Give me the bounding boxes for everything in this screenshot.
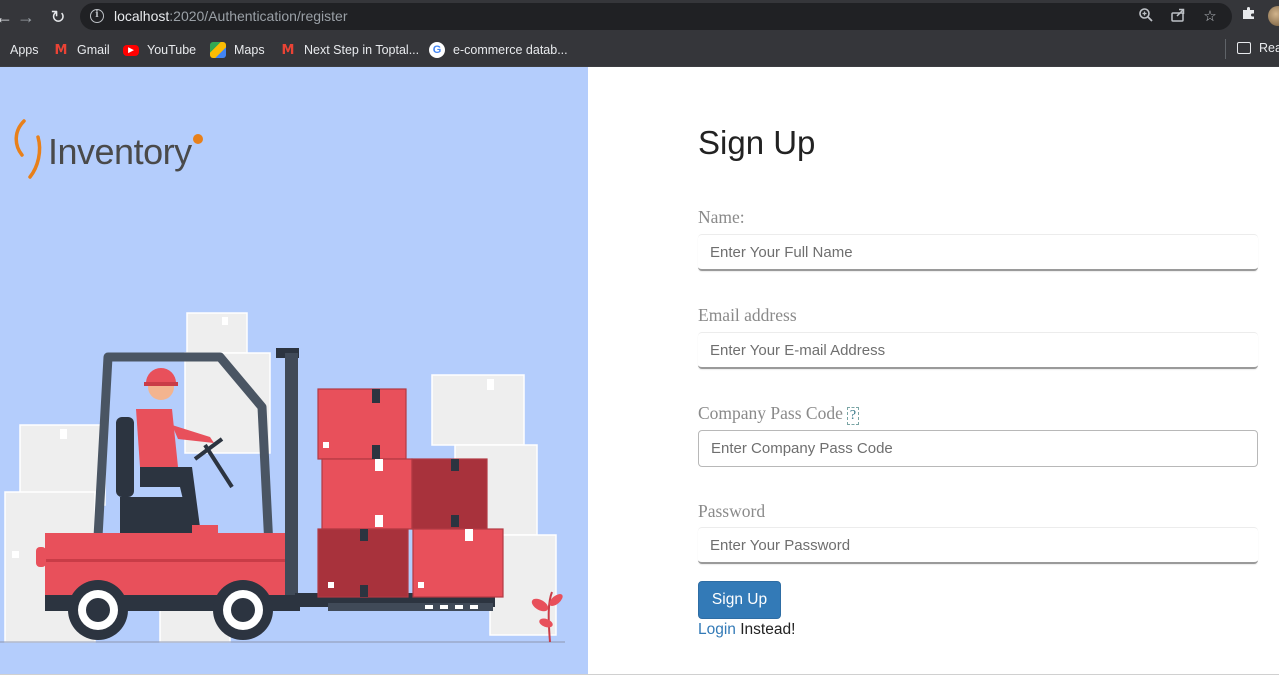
bookmark-label: Next Step in Toptal... — [304, 43, 420, 57]
gmail-icon: M — [54, 42, 68, 58]
forward-arrow-icon[interactable]: → — [14, 5, 38, 29]
profile-avatar[interactable] — [1268, 6, 1279, 26]
bookmark-label: YouTube — [147, 43, 197, 57]
reading-list-icon — [1237, 42, 1251, 54]
name-label: Name: — [698, 207, 745, 227]
bookmarks-bar: Apps M Gmail ▶ YouTube Maps M Next Step … — [0, 33, 1279, 67]
inventory-logo: Inventory — [12, 115, 212, 185]
login-prompt: Login Instead! — [698, 621, 795, 639]
bookmark-gmail[interactable]: M Gmail — [53, 41, 110, 59]
url-host: localhost — [114, 8, 170, 24]
sign-up-button[interactable]: Sign Up — [698, 581, 781, 619]
password-label: Password — [698, 501, 766, 521]
bookmark-next-step[interactable]: M Next Step in Toptal... — [280, 41, 420, 59]
passcode-input[interactable] — [698, 430, 1258, 467]
email-label: Email address — [698, 305, 797, 325]
hero-panel: Inventory — [0, 67, 588, 674]
passcode-help-icon[interactable]: ? — [846, 407, 860, 425]
login-link[interactable]: Login — [698, 621, 736, 638]
passcode-label-row: Company Pass Code? — [698, 403, 860, 425]
reading-list-label: Rea — [1259, 41, 1279, 55]
google-icon: G — [429, 42, 445, 58]
bookmark-label: Gmail — [77, 43, 110, 57]
passcode-label: Company Pass Code — [698, 403, 843, 423]
youtube-icon: ▶ — [123, 44, 139, 56]
bookmark-maps[interactable]: Maps — [210, 41, 265, 59]
reading-list-button[interactable]: Rea — [1237, 41, 1279, 55]
site-info-icon[interactable]: i — [90, 9, 104, 23]
browser-toolbar: ← → ↻ i localhost:2020/Authentication/re… — [0, 0, 1279, 33]
extensions-puzzle-icon[interactable] — [1238, 5, 1260, 27]
bookmark-star-icon[interactable]: ☆ — [1200, 7, 1220, 27]
logo-text: Inventory — [48, 131, 192, 172]
login-suffix: Instead! — [735, 621, 796, 638]
signup-form: Sign Up Name: Email address Company Pass… — [698, 67, 1258, 674]
bookmark-label: Maps — [234, 43, 265, 57]
page-content: Inventory Sign Up Name: Enter Your Full … — [0, 67, 1279, 677]
bookmark-apps[interactable]: Apps — [10, 41, 39, 59]
bookmark-ecommerce[interactable]: G e-commerce datab... — [429, 41, 568, 59]
password-input[interactable] — [698, 527, 1258, 564]
forklift-illustration — [0, 312, 565, 643]
bookmark-label: Apps — [10, 43, 39, 57]
reload-icon[interactable]: ↻ — [46, 5, 70, 29]
maps-icon — [210, 42, 226, 58]
address-url[interactable]: localhost:2020/Authentication/register — [114, 8, 348, 24]
address-bar[interactable]: i localhost:2020/Authentication/register… — [80, 3, 1232, 30]
zoom-icon[interactable] — [1136, 7, 1156, 27]
gmail-icon: M — [281, 42, 295, 58]
bookmark-youtube[interactable]: ▶ YouTube — [123, 41, 196, 59]
url-path: :2020/Authentication/register — [169, 8, 348, 24]
name-input[interactable] — [698, 234, 1258, 271]
bookmark-label: e-commerce datab... — [453, 43, 568, 57]
bookmarks-divider — [1225, 39, 1226, 59]
share-icon[interactable] — [1168, 7, 1188, 27]
page-title: Sign Up — [698, 124, 816, 161]
email-input[interactable] — [698, 332, 1258, 369]
